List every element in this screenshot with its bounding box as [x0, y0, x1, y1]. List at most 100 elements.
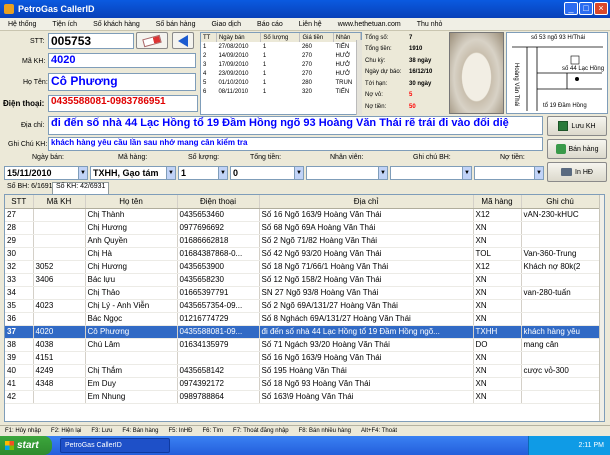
status-item: F1: Hủy nhập	[5, 428, 42, 434]
menu-item[interactable]: Số bán hàng	[148, 21, 204, 28]
windows-logo-icon	[5, 441, 14, 450]
menu-item[interactable]: Báo cáo	[249, 21, 291, 28]
grid-col-header[interactable]: Mã hàng	[473, 195, 522, 209]
menu-item[interactable]: www.hethetuan.com	[330, 21, 409, 28]
mini-cell: 1	[262, 43, 267, 50]
menu-bar: Hệ thống Tiện ích Số khách hàng Số bán hàng…	[0, 18, 610, 31]
table-row[interactable]: 32 3052 Chị Hương 0435653900 Số 18 Ngõ 71/66…	[5, 260, 600, 274]
table-row[interactable]: 41 4348 Em Duy 0974392172 Số 18 Ngõ 93 Hoàng…	[5, 377, 600, 391]
table-cell: XN	[473, 286, 522, 300]
sell-button[interactable]: Bán hàng	[547, 139, 607, 159]
mini-row[interactable]: 1 27/08/2010 1 260 TIẾN	[201, 42, 361, 51]
table-cell: 33	[5, 273, 34, 287]
product-select[interactable]: TXHH, Gạo tám ▼	[90, 166, 176, 180]
mini-cell: 1	[262, 61, 267, 68]
debt-select[interactable]: ▼	[474, 166, 544, 180]
mini-cell: 23/09/2010	[218, 70, 249, 77]
table-row[interactable]: 27 Chị Thành 0435653460 Số 16 Ngõ 163/9 Hoà…	[5, 208, 600, 222]
table-row[interactable]: 28 Chị Hương 0977696692 Số 68 Ngõ 69A Hoàng…	[5, 221, 600, 235]
mini-cell: 1	[262, 52, 267, 59]
table-cell: 01665397791	[177, 286, 260, 300]
menu-item[interactable]: Thu nhỏ	[409, 21, 451, 28]
table-row[interactable]: 34 Chị Thảo 01665397791 SN 27 Ngõ 93/8 Hoàn…	[5, 286, 600, 300]
tab-customers[interactable]: Số KH: 42/6931	[52, 182, 110, 194]
table-row[interactable]: 42 Em Nhung 0989788864 Số 163\9 Hoàng Văn T…	[5, 390, 600, 404]
mini-row[interactable]: 6 08/11/2010 1 320 TIẾN	[201, 87, 361, 96]
table-cell: Van-360-Trung	[521, 247, 600, 261]
menu-item[interactable]: Hệ thống	[0, 21, 44, 28]
table-cell: 01216774729	[177, 312, 260, 326]
grid-scrollbar[interactable]	[599, 195, 604, 421]
table-row[interactable]: 33 3406 Bác lựu 0435658230 Số 12 Ngõ 158/2 H…	[5, 273, 600, 287]
clear-button[interactable]	[136, 32, 168, 49]
close-button[interactable]: ×	[594, 2, 608, 15]
grid-col-header[interactable]: Mã KH	[33, 195, 86, 209]
stat-row: Tổng số: 7	[365, 32, 447, 44]
table-cell: X12	[473, 260, 522, 274]
arrow-left-icon	[178, 34, 188, 47]
minimize-button[interactable]: _	[564, 2, 578, 15]
table-cell: XN	[473, 312, 522, 326]
table-row[interactable]: 37 4020 Cô Phương 0435588081-09... đi đến số…	[5, 325, 600, 339]
table-cell: 40	[5, 364, 34, 378]
total-select[interactable]: 0 ▼	[230, 166, 304, 180]
grid-col-header[interactable]: Địa chỉ	[259, 195, 474, 209]
table-row[interactable]: 40 4249 Chị Thắm 0435658142 Số 195 Hoàng Văn…	[5, 364, 600, 378]
table-cell: Em Duy	[85, 377, 178, 391]
phone-field[interactable]: 0435588081-0983786951	[48, 95, 198, 112]
menu-item[interactable]: Số khách hàng	[85, 21, 148, 28]
taskbar-app-label: PetroGas CallerID	[65, 442, 122, 449]
back-button[interactable]	[172, 32, 194, 49]
table-cell: 4023	[33, 299, 86, 313]
grid-col-header[interactable]: Họ tên	[85, 195, 178, 209]
mini-row[interactable]: 5 01/10/2010 1 280 TRUN	[201, 78, 361, 87]
taskbar-app[interactable]: PetroGas CallerID	[60, 438, 170, 453]
sale-note-select[interactable]: ▼	[390, 166, 472, 180]
mini-cell: 1	[203, 43, 207, 50]
mini-row[interactable]: 4 23/09/2010 1 270 HƯỞ	[201, 69, 361, 78]
table-cell: 41	[5, 377, 34, 391]
table-row[interactable]: 38 4038 Chú Lâm 01634135979 Số 71 Ngách 93/2…	[5, 338, 600, 352]
mini-row[interactable]: 3 17/09/2010 1 270 HƯỞ	[201, 60, 361, 69]
menu-item[interactable]: Giao dịch	[203, 21, 249, 28]
address-field[interactable]: đi đến số nhà 44 Lạc Hồng tổ 19 Đầm Hồng…	[48, 116, 543, 135]
stt-field[interactable]: 005753	[48, 33, 134, 49]
stat-value: 1910	[409, 46, 423, 53]
grid-col-header[interactable]: STT	[5, 195, 34, 209]
status-item: F8: Bán nhiều hàng	[298, 428, 352, 434]
table-cell: Chị Hương	[85, 221, 178, 235]
menu-item[interactable]: Liên hệ	[291, 21, 330, 28]
table-row[interactable]: 29 Anh Quyền 01686662818 Số 2 Ngõ 71/82 Hoà…	[5, 234, 600, 248]
staff-select[interactable]: ▼	[306, 166, 388, 180]
table-cell	[521, 273, 600, 287]
date-select[interactable]: 15/11/2010 ▼	[4, 166, 88, 180]
print-invoice-button[interactable]: In HĐ	[547, 162, 607, 182]
menu-item[interactable]: Tiện ích	[44, 21, 85, 28]
save-customer-button[interactable]: Lưu KH	[547, 116, 607, 136]
table-cell: Số 18 Ngõ 93 Hoàng Văn Thái	[259, 377, 474, 391]
table-cell: Chú Lâm	[85, 338, 178, 352]
dienthoai-label: Điện thoại:	[3, 99, 45, 108]
table-cell: XN	[473, 377, 522, 391]
map-text-1: số 53 ngõ 93 H/Thái	[531, 35, 586, 41]
status-item: F7: Thoát đăng nhập	[233, 428, 289, 434]
maximize-button[interactable]: □	[579, 2, 593, 15]
table-row[interactable]: 35 4023 Chị Lý - Anh Viễn 0435657354-09... S…	[5, 299, 600, 313]
tab-sales[interactable]: Số BH: 6/1691	[4, 183, 56, 194]
start-button[interactable]: start	[0, 436, 52, 455]
hoten-field[interactable]: Cô Phương	[48, 73, 196, 91]
mini-row[interactable]: 2 14/09/2010 1 270 HƯỞ	[201, 51, 361, 60]
grid-col-header[interactable]: Điện thoại	[177, 195, 260, 209]
grid-col-header[interactable]: Ghi chú	[521, 195, 600, 209]
table-cell: 3406	[33, 273, 86, 287]
status-item: F5: InHĐ	[168, 428, 193, 434]
table-cell: Chị Thảo	[85, 286, 178, 300]
table-cell	[521, 351, 600, 365]
mini-scrollbar[interactable]	[356, 40, 362, 115]
table-row[interactable]: 36 Bác Ngọc 01216774729 Số 8 Nghách 69A/131…	[5, 312, 600, 326]
table-row[interactable]: 30 Chị Hà 01684387868-0... Số 42 Ngõ 93/20 …	[5, 247, 600, 261]
makh-field[interactable]: 4020	[48, 53, 196, 68]
table-row[interactable]: 39 4151 Số 16 Ngõ 163/9 Hoàng Văn Thái XN	[5, 351, 600, 365]
qty-select[interactable]: 1 ▼	[178, 166, 228, 180]
note-field[interactable]: khách hàng yêu cầu lần sau nhớ mang cân …	[48, 137, 543, 151]
